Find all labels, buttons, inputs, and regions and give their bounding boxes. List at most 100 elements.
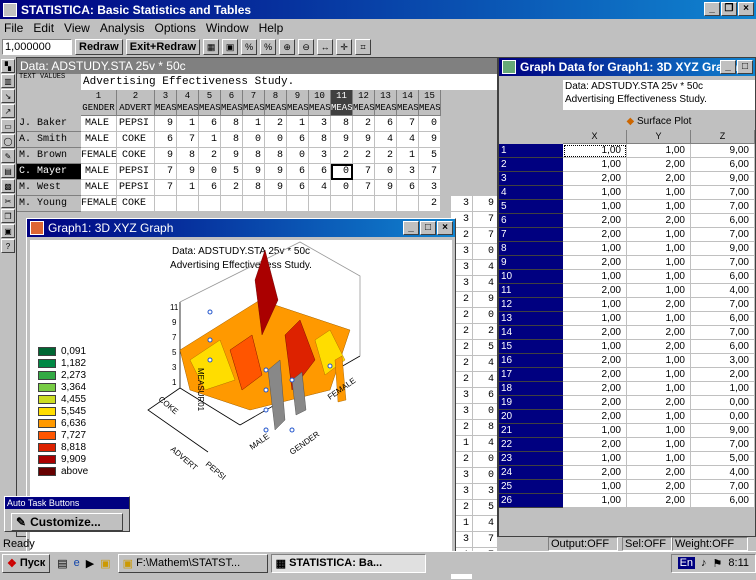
tool-save-icon[interactable]: ▩ (1, 179, 15, 193)
row-label[interactable]: M. Young (17, 196, 81, 212)
table-cell[interactable]: 9 (473, 196, 497, 212)
redraw-button[interactable]: Redraw (75, 39, 123, 55)
menu-window[interactable]: Window (206, 21, 249, 35)
graph-data-row-number[interactable]: 13 (499, 312, 563, 326)
column-header[interactable]: 9 MEAS (287, 90, 309, 116)
volume-icon[interactable]: ♪ (701, 557, 707, 569)
menu-options[interactable]: Options (155, 21, 196, 35)
graph-data-row-number[interactable]: 17 (499, 368, 563, 382)
table-cell[interactable] (221, 196, 243, 212)
table-cell[interactable]: 9 (177, 164, 199, 180)
graph-data-cell[interactable]: 7,00 (691, 186, 755, 200)
table-cell[interactable]: 3 (397, 164, 419, 180)
graph-data-cell[interactable]: 3,00 (691, 354, 755, 368)
table-cell[interactable]: 2 (265, 116, 287, 132)
crosshair-icon[interactable]: ✛ (336, 39, 353, 55)
table-cell[interactable]: MALE (81, 116, 117, 132)
graph-data-cell[interactable]: 7,00 (691, 228, 755, 242)
tool-text-icon[interactable]: ▥ (1, 74, 15, 88)
table-cell[interactable]: COKE (117, 148, 155, 164)
column-header[interactable]: 14 MEAS (397, 90, 419, 116)
table-cell[interactable]: 2 (353, 116, 375, 132)
table-cell[interactable]: 8 (221, 132, 243, 148)
table-cell[interactable]: PEPSI (117, 164, 155, 180)
graph-data-cell[interactable]: 6,00 (691, 340, 755, 354)
column-header[interactable]: 1 GENDER (81, 90, 117, 116)
graph-data-row-number[interactable]: 23 (499, 452, 563, 466)
customize-button[interactable]: ✎ Customize... (11, 513, 123, 531)
tool-paste-icon[interactable]: ▣ (1, 224, 15, 238)
graph-data-cell[interactable]: 2,00 (563, 382, 627, 396)
table-cell[interactable]: 6 (397, 180, 419, 196)
table-cell[interactable]: 6 (199, 116, 221, 132)
taskbar-item-statistica[interactable]: ▦ STATISTICA: Ba... (270, 553, 426, 573)
table-cell[interactable]: 8 (331, 116, 353, 132)
table-cell[interactable] (199, 196, 221, 212)
table-cell[interactable]: 8 (221, 116, 243, 132)
table-cell[interactable]: 0 (473, 244, 497, 260)
table-cell[interactable]: 8 (265, 148, 287, 164)
table-cell[interactable]: 0 (473, 404, 497, 420)
row-label[interactable]: M. West (17, 180, 81, 196)
graph-data-cell[interactable]: 1,00 (627, 410, 691, 424)
table-cell[interactable]: PEPSI (117, 180, 155, 196)
table-cell[interactable]: 9 (265, 180, 287, 196)
graph-data-row-number[interactable]: 2 (499, 158, 563, 172)
ie-icon[interactable]: e (74, 557, 80, 569)
network-icon[interactable]: ⚑ (713, 557, 723, 570)
graph-data-cell[interactable]: 2,00 (627, 480, 691, 494)
table-cell[interactable]: 8 (243, 148, 265, 164)
graph-data-cell[interactable]: 7,00 (691, 200, 755, 214)
graph-data-cell[interactable]: 1,00 (627, 354, 691, 368)
table-cell[interactable]: 0 (199, 164, 221, 180)
table-cell[interactable]: COKE (117, 196, 155, 212)
tool-arrow-icon[interactable]: ↗ (1, 104, 15, 118)
table-cell[interactable]: 6 (155, 132, 177, 148)
table-cell[interactable]: 6 (309, 164, 331, 180)
window-tool-icon[interactable]: ▣ (222, 39, 239, 55)
graph-data-cell[interactable]: 1,00 (563, 200, 627, 214)
graph-data-cell[interactable]: 1,00 (627, 270, 691, 284)
graph-data-cell[interactable]: 4,00 (691, 284, 755, 298)
graph-data-cell[interactable]: 9,00 (691, 172, 755, 186)
table-cell[interactable] (265, 196, 287, 212)
graph-data-row-number[interactable]: 25 (499, 480, 563, 494)
table-cell[interactable]: 8 (473, 420, 497, 436)
graph-data-cell[interactable]: 6,00 (691, 214, 755, 228)
table-cell[interactable]: 4 (473, 356, 497, 372)
table-cell[interactable]: 8 (309, 132, 331, 148)
menu-analysis[interactable]: Analysis (100, 21, 145, 35)
grid-corner[interactable] (17, 90, 81, 116)
graph-data-cell[interactable]: 1,00 (627, 438, 691, 452)
table-cell[interactable]: 2 (353, 148, 375, 164)
table-cell[interactable]: 9 (243, 164, 265, 180)
table-cell[interactable] (397, 196, 419, 212)
graph-data-cell[interactable]: 1,00 (563, 158, 627, 172)
language-indicator[interactable]: En (677, 557, 696, 569)
graph-data-cell[interactable]: 2,00 (627, 326, 691, 340)
percent-tool-2-icon[interactable]: % (260, 39, 277, 55)
graph-data-cell[interactable]: 2,00 (627, 494, 691, 508)
graph-data-cell[interactable]: 9,00 (691, 144, 755, 158)
graph-data-cell[interactable]: 1,00 (563, 494, 627, 508)
graph-data-row-number[interactable]: 24 (499, 466, 563, 480)
table-cell[interactable]: 4 (473, 260, 497, 276)
table-cell[interactable]: 2 (331, 148, 353, 164)
table-cell[interactable]: 9 (155, 148, 177, 164)
tool-rect-icon[interactable]: ▭ (1, 119, 15, 133)
graph-data-row-number[interactable]: 1 (499, 144, 563, 158)
tool-pen-icon[interactable]: ✎ (1, 149, 15, 163)
table-cell[interactable]: 1 (177, 116, 199, 132)
table-cell[interactable] (155, 196, 177, 212)
graph-data-row-number[interactable]: 15 (499, 340, 563, 354)
table-cell[interactable]: 4 (375, 132, 397, 148)
column-header[interactable]: 4 MEAS (177, 90, 199, 116)
graph-data-minimize-icon[interactable]: _ (720, 60, 736, 74)
table-cell[interactable]: FEMALE (81, 148, 117, 164)
graph-data-row-number[interactable]: 9 (499, 256, 563, 270)
table-cell[interactable]: 1 (243, 116, 265, 132)
graph-tool-icon[interactable]: ▦ (203, 39, 220, 55)
graph-data-row-number[interactable]: 11 (499, 284, 563, 298)
graph-data-row-number[interactable]: 10 (499, 270, 563, 284)
graph-data-row-number[interactable]: 7 (499, 228, 563, 242)
